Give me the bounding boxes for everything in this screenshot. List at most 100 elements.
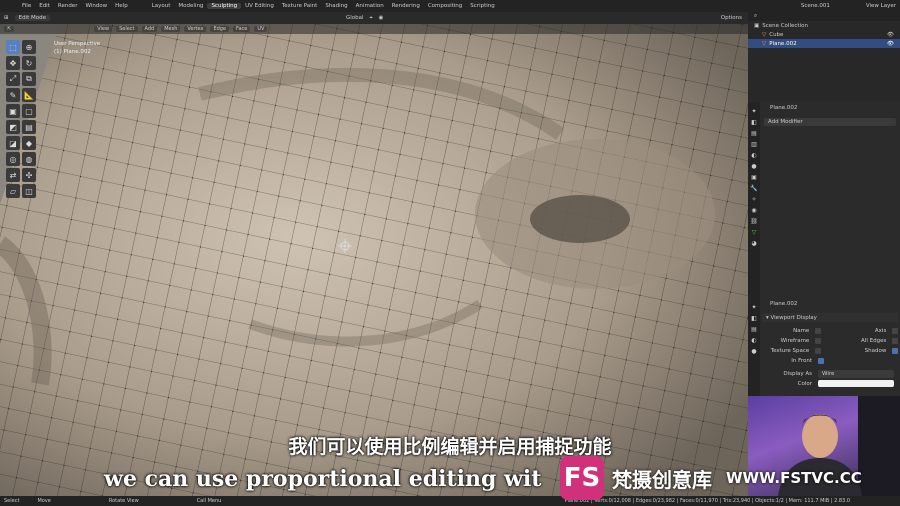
eye-icon[interactable]: 👁	[887, 32, 894, 38]
tab-sculpting[interactable]: Sculpting	[207, 3, 242, 9]
move-icon[interactable]: ✥	[6, 56, 20, 70]
outliner-item-cube[interactable]: ▽ Cube 👁	[748, 30, 900, 39]
axis-checkbox[interactable]	[892, 327, 898, 334]
wireframe-checkbox[interactable]	[815, 337, 821, 344]
output-tab-icon[interactable]: ▤	[751, 130, 757, 137]
menu-file[interactable]: File	[18, 3, 35, 9]
proportional-edit-icon[interactable]: ◉	[379, 15, 384, 21]
inset-icon[interactable]: ▢	[22, 104, 36, 118]
physics-tab-icon[interactable]: ◉	[751, 207, 756, 214]
viewport-toolbar: ⇱ View Select Add Mesh Vertex Edge Face …	[0, 24, 748, 34]
add-menu[interactable]: Add	[141, 26, 158, 32]
scale-icon[interactable]: ⤢	[6, 72, 20, 86]
select-menu[interactable]: Select	[116, 26, 138, 32]
watermark-cn: 梵摄创意库	[612, 467, 712, 492]
all-edges-checkbox[interactable]	[892, 337, 898, 344]
select-box-icon[interactable]: ⬚	[6, 40, 20, 54]
output-tab-icon[interactable]: ▤	[751, 326, 757, 333]
texture-space-checkbox[interactable]	[815, 347, 821, 354]
shadow-checkbox[interactable]	[892, 347, 898, 354]
snap-icon[interactable]: ⌖	[370, 15, 373, 22]
eye-icon[interactable]: 👁	[887, 41, 894, 47]
modifier-object-name[interactable]: Plane.002	[766, 104, 894, 112]
mode-dropdown[interactable]: Edit Mode	[14, 15, 50, 21]
smooth-icon[interactable]: ◍	[22, 152, 36, 166]
tab-shading[interactable]: Shading	[321, 3, 351, 9]
mesh-menu[interactable]: Mesh	[161, 26, 181, 32]
transform-icon[interactable]: ⧉	[22, 72, 36, 86]
menu-edit[interactable]: Edit	[35, 3, 54, 9]
menu-render[interactable]: Render	[54, 3, 82, 9]
viewport-header: ⊞ Edit Mode Global ⌖ ◉ Options	[0, 12, 748, 24]
menu-help[interactable]: Help	[111, 3, 132, 9]
tab-compositing[interactable]: Compositing	[424, 3, 466, 9]
options-button[interactable]: Options	[721, 15, 742, 21]
modifier-tab-icon[interactable]: 🔧	[750, 185, 757, 192]
tab-rendering[interactable]: Rendering	[388, 3, 424, 9]
tab-layout[interactable]: Layout	[148, 3, 175, 9]
shrink-icon[interactable]: ✣	[22, 168, 36, 182]
face-menu[interactable]: Face	[233, 26, 251, 32]
particles-tab-icon[interactable]: ✧	[751, 196, 756, 203]
tool-tab-icon[interactable]: ✦	[751, 108, 756, 115]
edge-slide-icon[interactable]: ⇄	[6, 168, 20, 182]
world-tab-icon[interactable]: ●	[751, 348, 756, 355]
3d-viewport[interactable]	[0, 24, 748, 496]
orientation-dropdown[interactable]: Global	[346, 15, 364, 21]
view-menu[interactable]: View	[94, 26, 113, 32]
tab-uv-editing[interactable]: UV Editing	[241, 3, 278, 9]
measure-icon[interactable]: 📐	[22, 88, 36, 102]
shear-icon[interactable]: ▱	[6, 184, 20, 198]
filter-icon[interactable]: ⌕	[754, 13, 757, 20]
constraints-tab-icon[interactable]: ⛓	[750, 218, 758, 225]
status-select: Select	[4, 498, 20, 504]
object-name[interactable]: Plane.002	[766, 300, 894, 308]
tab-modeling[interactable]: Modeling	[174, 3, 207, 9]
rotate-icon[interactable]: ↻	[22, 56, 36, 70]
edge-menu[interactable]: Edge	[210, 26, 230, 32]
bevel-icon[interactable]: ◩	[6, 120, 20, 134]
tab-animation[interactable]: Animation	[352, 3, 388, 9]
tab-scripting[interactable]: Scripting	[466, 3, 498, 9]
tool-settings-icon[interactable]: ⇱	[4, 26, 15, 32]
cursor-icon[interactable]: ⊕	[22, 40, 36, 54]
outliner-header: ⌕	[748, 12, 900, 21]
knife-icon[interactable]: ◪	[6, 136, 20, 150]
world-tab-icon[interactable]: ●	[751, 163, 756, 170]
loop-cut-icon[interactable]: ▤	[22, 120, 36, 134]
in-front-checkbox[interactable]	[818, 357, 824, 364]
add-modifier-dropdown[interactable]: Add Modifier	[764, 118, 896, 126]
name-checkbox[interactable]	[815, 327, 821, 334]
vertex-menu[interactable]: Vertex	[184, 26, 207, 32]
properties-tabs-2: ✦ ◧ ▤ ◐ ●	[748, 298, 760, 396]
collection-icon: ▣	[754, 22, 760, 29]
tool-tab-icon[interactable]: ✦	[751, 304, 756, 311]
color-swatch[interactable]	[818, 380, 894, 387]
rip-icon[interactable]: ◫	[22, 184, 36, 198]
modifier-properties: ✦ ◧ ▤ ▥ ◐ ● ▣ 🔧 ✧ ◉ ⛓ ▽ ◕ Plane.002 Add …	[748, 102, 900, 298]
annotate-icon[interactable]: ✎	[6, 88, 20, 102]
scene-tab-icon[interactable]: ◐	[751, 337, 756, 344]
object-label: (1) Plane.002	[54, 49, 91, 55]
render-tab-icon[interactable]: ◧	[751, 315, 757, 322]
uv-menu[interactable]: UV	[254, 26, 268, 32]
view-layer-selector[interactable]: View Layer	[866, 3, 896, 9]
tab-texture-paint[interactable]: Texture Paint	[278, 3, 322, 9]
material-tab-icon[interactable]: ◕	[751, 240, 756, 247]
viewport-display-header[interactable]: ▾ Viewport Display	[762, 313, 898, 322]
editor-type-icon[interactable]: ⊞	[4, 15, 9, 21]
display-as-dropdown[interactable]: Wire	[818, 369, 894, 378]
object-tab-icon[interactable]: ▣	[751, 174, 757, 181]
poly-build-icon[interactable]: ◆	[22, 136, 36, 150]
extrude-icon[interactable]: ▣	[6, 104, 20, 118]
outliner-root[interactable]: ▣ Scene Collection	[748, 21, 900, 30]
scene-tab-icon[interactable]: ◐	[751, 152, 756, 159]
outliner-item-plane[interactable]: ▽ Plane.002 👁	[748, 39, 900, 48]
menu-window[interactable]: Window	[81, 3, 111, 9]
data-tab-icon[interactable]: ▽	[752, 229, 757, 236]
scene-selector[interactable]: Scene.001	[801, 3, 830, 9]
watermark-url: WWW.FSTVC.CC	[726, 469, 862, 487]
render-tab-icon[interactable]: ◧	[751, 119, 757, 126]
spin-icon[interactable]: ◎	[6, 152, 20, 166]
view-layer-tab-icon[interactable]: ▥	[751, 141, 757, 148]
